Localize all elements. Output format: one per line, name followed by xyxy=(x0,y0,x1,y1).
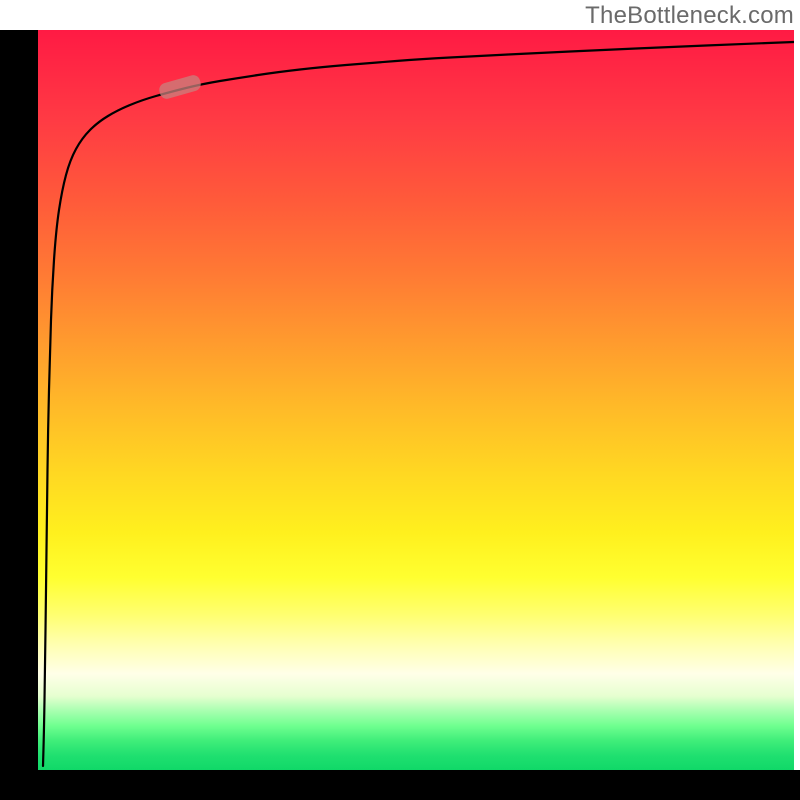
curve-layer xyxy=(38,30,794,770)
watermark-text: TheBottleneck.com xyxy=(585,2,794,30)
curve-marker xyxy=(158,74,203,101)
curve-path xyxy=(43,42,794,766)
chart-frame: TheBottleneck.com xyxy=(0,0,800,800)
plot-area xyxy=(38,30,794,770)
y-axis-bar xyxy=(0,30,38,770)
x-axis-bar xyxy=(0,770,800,800)
